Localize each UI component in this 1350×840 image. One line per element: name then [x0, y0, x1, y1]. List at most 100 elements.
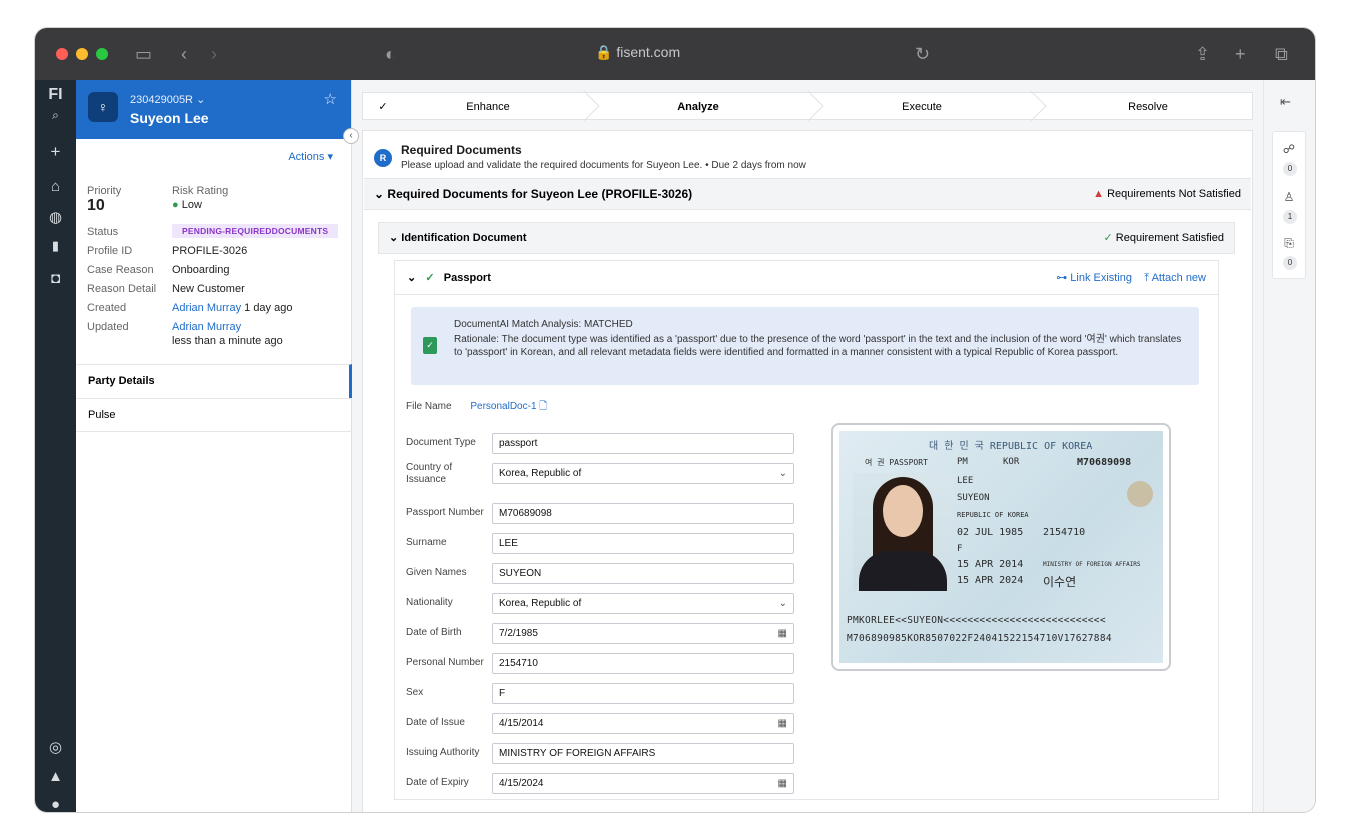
- given-names-value: SUYEON: [499, 568, 542, 579]
- required-docs-section[interactable]: ⌄ Required Documents for Suyeon Lee (PRO…: [364, 178, 1251, 210]
- created-value: Adrian Murray 1 day ago: [172, 302, 292, 314]
- photo-face: [883, 485, 923, 537]
- calendar-icon[interactable]: ▦: [778, 774, 787, 793]
- country-of-issuance-select[interactable]: Korea, Republic of ⌄: [492, 463, 794, 484]
- tab-pulse[interactable]: Pulse: [76, 398, 352, 432]
- search-icon[interactable]: ⌕: [35, 108, 76, 123]
- ai-heading: DocumentAI Match Analysis: MATCHED: [454, 319, 633, 330]
- id-section-title: Identification Document: [401, 232, 527, 244]
- date-of-issue-value: 4/15/2014: [499, 718, 544, 729]
- ai-analysis-box: ✓ DocumentAI Match Analysis: MATCHED Rat…: [411, 307, 1199, 385]
- chevron-down-icon[interactable]: ⌄: [779, 594, 787, 613]
- people-icon[interactable]: ☍: [1273, 142, 1305, 156]
- identification-section[interactable]: ⌄ Identification Document ✓ Requirement …: [378, 222, 1235, 254]
- given-names-input[interactable]: SUYEON: [492, 563, 794, 584]
- step-enhance[interactable]: Enhance: [393, 93, 583, 121]
- status-badge-text: PENDING-REQUIREDDOCUMENTS: [172, 224, 339, 238]
- status-label: Status: [87, 226, 119, 238]
- share-icon[interactable]: ⇪: [1195, 42, 1210, 66]
- passport-country-header: 대 한 민 국 REPUBLIC OF KOREA: [929, 441, 1093, 452]
- calendar-icon[interactable]: ▦: [778, 714, 787, 733]
- date-of-expiry-value: 4/15/2024: [499, 778, 544, 789]
- tab-overview-icon[interactable]: ⧉: [1275, 42, 1288, 66]
- settings-icon[interactable]: ◎: [35, 738, 76, 756]
- surname-input[interactable]: LEE: [492, 533, 794, 554]
- app-logo[interactable]: FI: [35, 86, 76, 104]
- step-execute[interactable]: Execute: [827, 93, 1017, 121]
- section-status: ▲ Requirements Not Satisfied: [1093, 179, 1241, 210]
- section-title: Required Documents for Suyeon Lee (PROFI…: [387, 187, 693, 201]
- risk-dot-icon: ●: [172, 199, 179, 211]
- profile-header: ♀ 230429005R ⌄ Suyeon Lee ☆: [76, 80, 351, 139]
- collapse-right-icon[interactable]: ⇤: [1280, 94, 1291, 110]
- collapse-panel-button[interactable]: ‹: [343, 128, 359, 144]
- reason-detail-value: New Customer: [172, 283, 245, 295]
- compass-icon[interactable]: ◍: [35, 208, 76, 226]
- case-reason-label: Case Reason: [87, 264, 154, 276]
- file-name-link[interactable]: PersonalDoc-1 🗋: [470, 401, 547, 412]
- document-type-label: Document Type: [406, 437, 476, 448]
- profile-id-header[interactable]: 230429005R ⌄: [130, 93, 205, 106]
- issuing-authority-input[interactable]: MINISTRY OF FOREIGN AFFAIRS: [492, 743, 794, 764]
- document-type-input[interactable]: passport: [492, 433, 794, 454]
- step-analyze[interactable]: Analyze: [603, 93, 793, 121]
- address-bar[interactable]: 🔒 fisent.com: [595, 44, 680, 61]
- zoom-window-button[interactable]: [96, 48, 108, 60]
- sex-input[interactable]: F: [492, 683, 794, 704]
- chart-icon[interactable]: ▮: [35, 238, 76, 254]
- workflow-steps: ✓ Enhance Analyze Execute Resolve: [362, 90, 1253, 122]
- right-rail: ⇤ ☍ 0 ♙ 1 ⎘ 0: [1263, 80, 1315, 812]
- new-tab-icon[interactable]: +: [1235, 42, 1246, 66]
- date-of-birth-date-input[interactable]: 7/2/1985 ▦: [492, 623, 794, 644]
- passport-photo: [853, 473, 953, 591]
- date-of-expiry-date-input[interactable]: 4/15/2024 ▦: [492, 773, 794, 794]
- add-icon[interactable]: +: [35, 142, 76, 162]
- passport-type: PM: [957, 457, 968, 467]
- link-existing-button[interactable]: ⊶ Link Existing: [1056, 272, 1132, 284]
- personal-number-input[interactable]: 2154710: [492, 653, 794, 674]
- close-window-button[interactable]: [56, 48, 68, 60]
- nationality-select[interactable]: Korea, Republic of ⌄: [492, 593, 794, 614]
- tab-party-details[interactable]: Party Details: [76, 364, 352, 398]
- passport-image[interactable]: 대 한 민 국 REPUBLIC OF KOREA 여 권 PASSPORT P…: [831, 423, 1171, 671]
- stamp-count: 1: [1283, 210, 1297, 224]
- star-icon[interactable]: ☆: [324, 90, 337, 108]
- calendar-icon[interactable]: ▦: [778, 624, 787, 643]
- sidebar-toggle-icon[interactable]: ▭: [135, 42, 152, 66]
- passport-number-input[interactable]: M70689098: [492, 503, 794, 524]
- url-text: fisent.com: [616, 44, 681, 60]
- people-count: 0: [1283, 162, 1297, 176]
- step-resolve[interactable]: Resolve: [1053, 93, 1243, 121]
- country-of-issuance-value: Korea, Republic of: [499, 468, 582, 479]
- attachment-icon[interactable]: ⎘: [1273, 236, 1305, 251]
- back-icon[interactable]: ‹: [181, 42, 187, 66]
- user-icon[interactable]: ●: [35, 796, 76, 812]
- app-nav: FI ⌕ + ⌂ ◍ ▮ ◘ ◎ ▲ ●: [35, 80, 76, 812]
- task-avatar: R: [374, 149, 392, 167]
- document-actions: ⊶ Link Existing ⤒ Attach new: [1056, 261, 1206, 295]
- reload-icon[interactable]: ↻: [915, 42, 930, 66]
- minimize-window-button[interactable]: [76, 48, 88, 60]
- date-of-issue-date-input[interactable]: 4/15/2014 ▦: [492, 713, 794, 734]
- chevron-down-icon: ⌄: [374, 187, 385, 201]
- chevron-down-icon[interactable]: ⌄: [779, 464, 787, 483]
- updated-by-link[interactable]: Adrian Murray: [172, 321, 241, 333]
- shield-icon[interactable]: ◐: [385, 42, 396, 66]
- id-section-status: ✓ Requirement Satisfied: [1103, 223, 1224, 253]
- bell-icon[interactable]: ▲: [35, 768, 76, 785]
- attach-new-button[interactable]: ⤒ Attach new: [1144, 272, 1206, 284]
- passport-header[interactable]: ⌄ ✓ Passport ⊶ Link Existing ⤒ Attach ne…: [395, 261, 1218, 295]
- stamp-icon[interactable]: ♙: [1273, 190, 1305, 204]
- photo-shoulders: [859, 551, 947, 591]
- browser-window: ▭ ‹ › ◐ 🔒 fisent.com ↻ ⇪ + ⧉ FI ⌕ + ⌂ ◍ …: [35, 28, 1315, 812]
- task-title: Required Documents: [401, 143, 522, 157]
- created-by-link[interactable]: Adrian Murray: [172, 302, 241, 314]
- home-icon[interactable]: ⌂: [35, 178, 76, 195]
- attach-new-label: Attach new: [1151, 272, 1206, 284]
- rail-box: ☍ 0 ♙ 1 ⎘ 0: [1272, 131, 1306, 279]
- ai-rationale: Rationale: The document type was identif…: [454, 334, 1182, 358]
- badge-icon[interactable]: ◘: [35, 270, 76, 287]
- forward-icon[interactable]: ›: [211, 42, 217, 66]
- actions-menu[interactable]: Actions ▾: [288, 150, 333, 163]
- status-badge: PENDING-REQUIREDDOCUMENTS: [172, 224, 339, 238]
